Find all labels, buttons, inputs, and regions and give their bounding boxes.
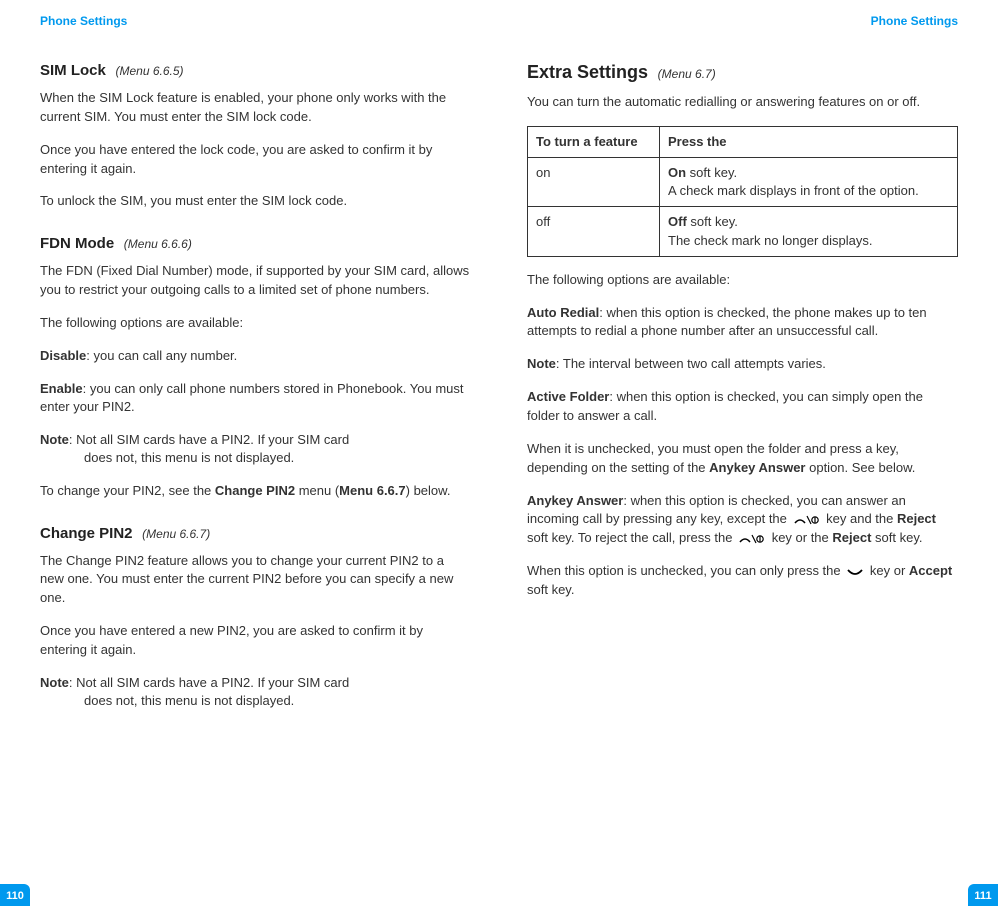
anykey-unchecked: When this option is unchecked, you can o…: [527, 562, 958, 600]
page-left: Phone Settings SIM Lock (Menu 6.6.5) Whe…: [0, 0, 499, 906]
label-disable: Disable: [40, 348, 86, 363]
label-active-folder: Active Folder: [527, 389, 609, 404]
text-disable: : you can call any number.: [86, 348, 237, 363]
active-folder: Active Folder: when this option is check…: [527, 388, 958, 426]
heading-fdn: FDN Mode: [40, 235, 114, 252]
text-enable: : you can only call phone numbers stored…: [40, 381, 463, 415]
page-right: Phone Settings Extra Settings (Menu 6.7)…: [499, 0, 998, 906]
note-text-cont: does not, this menu is not displayed.: [40, 449, 349, 467]
pin2-note: Note: Not all SIM cards have a PIN2. If …: [40, 674, 471, 710]
menu-ref-pin2: (Menu 6.6.7): [142, 527, 210, 541]
fdn-note: Note: Not all SIM cards have a PIN2. If …: [40, 431, 471, 467]
table-row: on On soft key. A check mark displays in…: [528, 158, 958, 207]
pin2-p2: Once you have entered a new PIN2, you ar…: [40, 622, 471, 660]
fdn-p3: To change your PIN2, see the Change PIN2…: [40, 482, 471, 501]
table-cell: Off soft key. The check mark no longer d…: [660, 207, 958, 256]
page-header-left: Phone Settings: [40, 14, 471, 28]
pin2-p1: The Change PIN2 feature allows you to ch…: [40, 552, 471, 609]
table-cell: on: [528, 158, 660, 207]
heading-sim-lock: SIM Lock: [40, 62, 106, 79]
table-row: To turn a feature Press the: [528, 126, 958, 157]
section-sim-lock: SIM Lock (Menu 6.6.5): [40, 62, 471, 79]
page-spread: Phone Settings SIM Lock (Menu 6.6.5) Whe…: [0, 0, 998, 906]
anykey-answer: Anykey Answer: when this option is check…: [527, 492, 958, 549]
table-header: To turn a feature: [528, 126, 660, 157]
section-pin2: Change PIN2 (Menu 6.6.7) The Change PIN2…: [40, 525, 471, 711]
active-folder-unchecked: When it is unchecked, you must open the …: [527, 440, 958, 478]
heading-extra: Extra Settings: [527, 62, 648, 82]
label-enable: Enable: [40, 381, 83, 396]
menu-ref-sim-lock: (Menu 6.6.5): [115, 64, 183, 78]
end-key-icon: [738, 533, 766, 545]
extra-p2: The following options are available:: [527, 271, 958, 290]
label-auto-redial: Auto Redial: [527, 305, 599, 320]
menu-ref-extra: (Menu 6.7): [658, 67, 716, 81]
note-text: : Not all SIM cards have a PIN2. If your…: [69, 432, 349, 447]
note-text: : Not all SIM cards have a PIN2. If your…: [69, 675, 349, 690]
section-extra: Extra Settings (Menu 6.7): [527, 62, 958, 83]
sim-lock-p3: To unlock the SIM, you must enter the SI…: [40, 192, 471, 211]
fdn-disable: Disable: you can call any number.: [40, 347, 471, 366]
send-key-icon: [846, 566, 864, 578]
fdn-enable: Enable: you can only call phone numbers …: [40, 380, 471, 418]
sim-lock-p2: Once you have entered the lock code, you…: [40, 141, 471, 179]
auto-redial: Auto Redial: when this option is checked…: [527, 304, 958, 342]
page-number-right: 111: [968, 884, 998, 906]
end-key-icon: [793, 514, 821, 526]
menu-ref-fdn: (Menu 6.6.6): [124, 237, 192, 251]
note-label: Note: [40, 675, 69, 690]
heading-pin2: Change PIN2: [40, 525, 133, 542]
feature-table: To turn a feature Press the on On soft k…: [527, 126, 958, 257]
page-number-left: 110: [0, 884, 30, 906]
note-text-cont: does not, this menu is not displayed.: [40, 692, 349, 710]
page-header-right: Phone Settings: [527, 14, 958, 28]
table-cell: off: [528, 207, 660, 256]
section-fdn: FDN Mode (Menu 6.6.6) The FDN (Fixed Dia…: [40, 235, 471, 500]
fdn-p1: The FDN (Fixed Dial Number) mode, if sup…: [40, 262, 471, 300]
auto-redial-note: Note: The interval between two call atte…: [527, 355, 958, 374]
label-anykey: Anykey Answer: [527, 493, 623, 508]
note-label: Note: [40, 432, 69, 447]
fdn-p2: The following options are available:: [40, 314, 471, 333]
table-header: Press the: [660, 126, 958, 157]
table-cell: On soft key. A check mark displays in fr…: [660, 158, 958, 207]
extra-p1: You can turn the automatic redialling or…: [527, 93, 958, 112]
sim-lock-p1: When the SIM Lock feature is enabled, yo…: [40, 89, 471, 127]
table-row: off Off soft key. The check mark no long…: [528, 207, 958, 256]
